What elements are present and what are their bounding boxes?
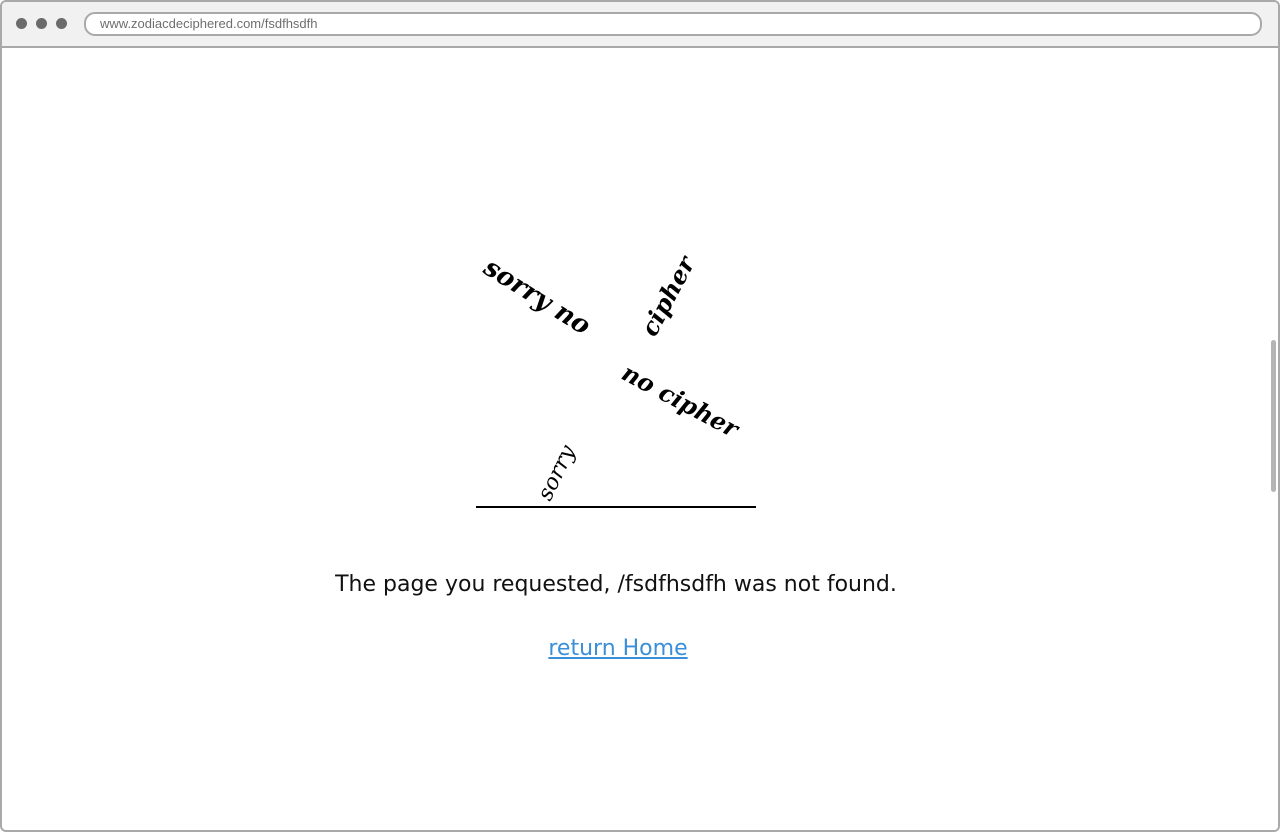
sorry-no-cipher-illustration: sorry no cipher no cipher sorry <box>472 218 762 518</box>
handwritten-sorry-no: sorry no <box>477 252 595 341</box>
handwritten-sorry-lower: sorry <box>533 441 581 505</box>
vertical-scrollbar[interactable] <box>1268 48 1278 830</box>
scrollbar-thumb[interactable] <box>1271 340 1276 492</box>
address-bar-url: www.zodiacdeciphered.com/fsdfhsdfh <box>100 16 318 31</box>
window-maximize-dot[interactable] <box>56 18 67 29</box>
browser-window: www.zodiacdeciphered.com/fsdfhsdfh sorry… <box>0 0 1280 832</box>
browser-titlebar: www.zodiacdeciphered.com/fsdfhsdfh <box>2 2 1278 48</box>
window-minimize-dot[interactable] <box>36 18 47 29</box>
window-close-dot[interactable] <box>16 18 27 29</box>
illustration-underline <box>476 506 756 508</box>
page-content: sorry no cipher no cipher sorry The page… <box>2 48 1268 830</box>
not-found-message: The page you requested, /fsdfhsdfh was n… <box>335 572 897 597</box>
handwritten-cipher-upper: cipher <box>635 249 702 341</box>
home-link-container: return Home <box>2 636 1234 661</box>
address-bar[interactable]: www.zodiacdeciphered.com/fsdfhsdfh <box>84 12 1262 36</box>
handwritten-no-cipher: no cipher <box>617 358 745 445</box>
return-home-link[interactable]: return Home <box>548 636 687 661</box>
handwritten-cipher-graphic: sorry no cipher no cipher sorry <box>477 249 745 505</box>
